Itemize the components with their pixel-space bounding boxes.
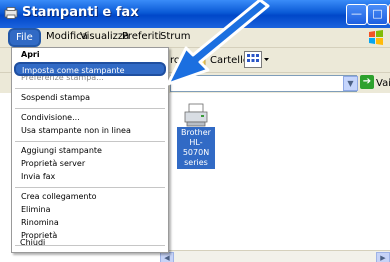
printer-icon[interactable] — [183, 103, 209, 127]
menu-item-invia-fax[interactable]: Invia fax — [15, 171, 165, 183]
menu-item-apri[interactable]: Apri — [15, 49, 165, 61]
address-dropdown-icon[interactable]: ▼ — [343, 76, 358, 91]
menu-separator — [15, 88, 165, 89]
menu-item-sospendi[interactable]: Sospendi stampa — [15, 92, 165, 104]
scroll-left-icon[interactable]: ◀ — [160, 252, 174, 262]
menu-preferiti[interactable]: Preferiti — [122, 31, 161, 42]
maximize-button[interactable]: □ — [367, 4, 388, 25]
go-button-label[interactable]: Vai — [376, 78, 390, 89]
menu-item-elimina[interactable]: Elimina — [15, 204, 165, 216]
pointer-arrow-icon — [166, 0, 270, 86]
printer-name-line3: series — [184, 158, 208, 167]
scroll-right-icon[interactable]: ▶ — [376, 252, 390, 262]
menu-item-crea-collegamento[interactable]: Crea collegamento — [15, 191, 165, 203]
printer-caption[interactable]: Brother HL-5070N series — [177, 127, 215, 169]
menu-item-condivisione[interactable]: Condivisione... — [15, 112, 165, 124]
menu-separator — [15, 141, 165, 142]
minimize-button[interactable]: — — [346, 4, 367, 25]
menu-item-imposta-predefinita[interactable]: Imposta come stampante predefinita — [14, 62, 166, 89]
menu-separator — [15, 187, 165, 188]
printer-name-line1: Brother — [181, 128, 211, 137]
printer-folder-icon — [4, 7, 18, 19]
menu-separator — [15, 108, 165, 109]
window-title: Stampanti e fax — [22, 5, 139, 20]
horizontal-scrollbar[interactable]: ◀ ▶ — [160, 250, 390, 262]
menu-item-non-in-linea[interactable]: Usa stampante non in linea — [15, 125, 165, 137]
printer-name-line2: HL-5070N — [182, 138, 210, 157]
menu-item-aggiungi[interactable]: Aggiungi stampante — [15, 145, 165, 157]
explorer-window: Stampanti e fax — □ ✕ File Modifica Visu… — [0, 0, 390, 262]
menu-item-chiudi[interactable]: Chiudi — [14, 237, 164, 249]
menu-item-proprieta-server[interactable]: Proprietà server — [15, 158, 165, 170]
windows-logo-icon — [369, 30, 383, 45]
go-arrow-icon[interactable]: ➔ — [360, 75, 374, 89]
file-menu-dropdown: Apri Preferenze stampa... Imposta come s… — [11, 47, 169, 253]
menu-file[interactable]: File — [8, 28, 41, 47]
menu-item-rinomina[interactable]: Rinomina — [15, 217, 165, 229]
